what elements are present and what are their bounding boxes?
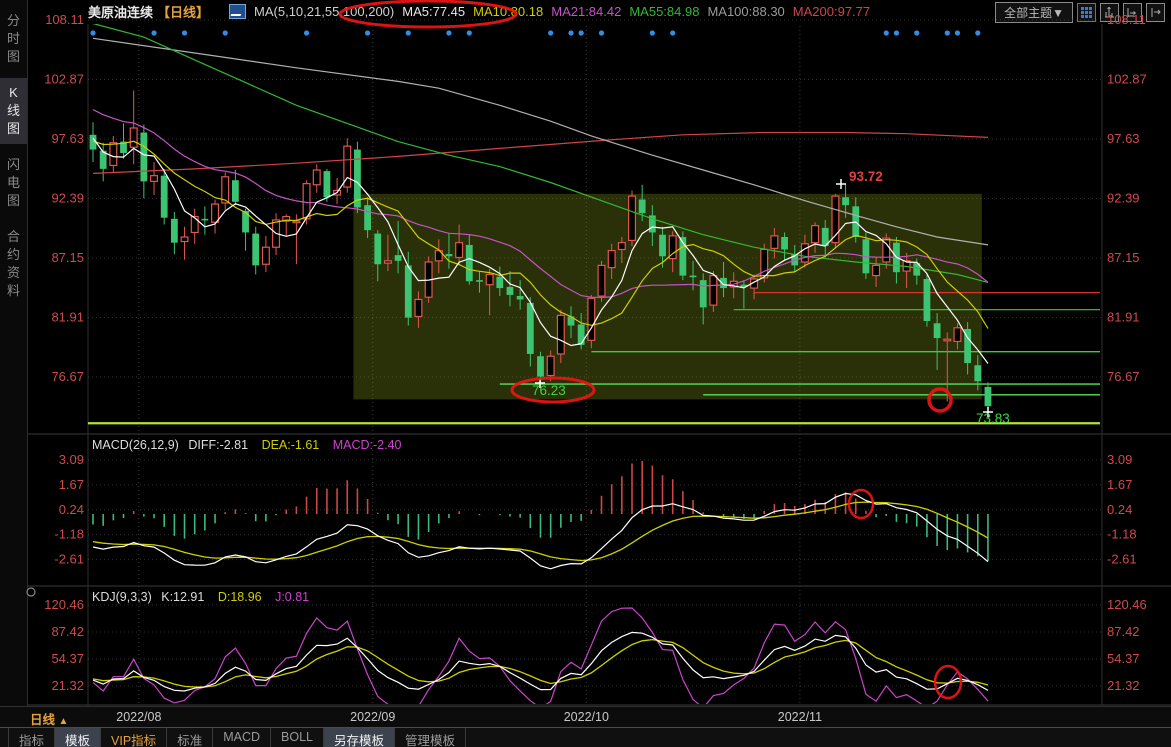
svg-text:1.67: 1.67 [59,477,84,492]
timeline-month-label: 2022/09 [350,710,395,724]
macd-macd-value: MACD:-2.40 [333,438,402,452]
tab-standard[interactable]: 标准 [167,728,213,747]
sidebar-item-label: K线图 [6,84,21,138]
svg-text:102.87: 102.87 [1107,72,1147,87]
period-label: 【日线】 [157,2,209,21]
kdj-d-value: D:18.96 [218,590,262,604]
tab-macd[interactable]: MACD [213,728,271,747]
kline-app-window: 分时图 K线图 闪电图 合约资料 美原油连续 【日线】 MA(5,10,21,5… [0,0,1171,747]
timeline-month-label: 2022/11 [778,710,822,724]
svg-text:120.46: 120.46 [44,597,84,612]
ma-group-label: MA(5,10,21,55,100,200) [254,4,394,19]
svg-text:76.67: 76.67 [51,369,84,384]
svg-text:87.15: 87.15 [1107,250,1140,265]
sidebar-item-flash-chart[interactable]: 闪电图 [0,150,27,216]
macd-diff-value: DIFF:-2.81 [188,438,248,452]
sidebar-item-contract-info[interactable]: 合约资料 [0,222,27,306]
timeline-bar: 日线 ▲ 2022/08 2022/09 2022/10 2022/11 [0,706,1171,728]
kdj-pane-icon [27,588,35,596]
sidebar-item-label: 合约资料 [6,228,21,300]
svg-text:120.46: 120.46 [1107,597,1147,612]
sidebar-item-time-chart[interactable]: 分时图 [0,6,27,72]
svg-text:3.09: 3.09 [1107,452,1132,467]
sidebar-item-kline-chart[interactable]: K线图 [0,78,27,144]
svg-text:-2.61: -2.61 [1107,552,1137,567]
ma55-value: MA55:84.98 [629,4,699,19]
svg-text:87.42: 87.42 [51,624,84,639]
svg-text:102.87: 102.87 [44,72,84,87]
macd-pane-header: MACD(26,12,9) DIFF:-2.81 DEA:-1.61 MACD:… [92,438,402,452]
svg-text:97.63: 97.63 [51,131,84,146]
kdj-pane-header: KDJ(9,3,3) K:12.91 D:18.96 J:0.81 [92,590,309,604]
svg-text:-1.18: -1.18 [1107,527,1137,542]
period-selector-label: 日线 [30,713,55,727]
svg-text:54.37: 54.37 [51,651,84,666]
svg-text:81.91: 81.91 [1107,310,1140,325]
tab-vip-indicators[interactable]: VIP指标 [101,728,167,747]
pane-right-icon[interactable] [1123,3,1142,22]
ma200-value: MA200:97.77 [793,4,870,19]
tab-manage-templates[interactable]: 管理模板 [395,728,466,747]
tab-indicators[interactable]: 指标 [8,728,55,747]
svg-text:-1.18: -1.18 [54,527,84,542]
svg-text:76.67: 76.67 [1107,369,1140,384]
sidebar-item-label: 闪电图 [6,156,21,210]
ma10-value: MA10:80.18 [473,4,543,19]
multi-chart-grid-icon[interactable] [1077,3,1096,22]
chart-type-sidebar: 分时图 K线图 闪电图 合约资料 [0,0,28,706]
sidebar-item-label: 分时图 [6,12,21,66]
svg-text:3.09: 3.09 [59,452,84,467]
indicator-toolbar: 指标 模板 VIP指标 标准 MACD BOLL 另存模板 管理模板 [0,727,1171,747]
ma100-value: MA100:88.30 [707,4,784,19]
timeline-month-label: 2022/08 [116,710,161,724]
svg-text:0.24: 0.24 [1107,502,1132,517]
svg-text:97.63: 97.63 [1107,131,1140,146]
svg-text:92.39: 92.39 [1107,191,1140,206]
kdj-k-value: K:12.91 [161,590,204,604]
ma5-value: MA5:77.45 [402,4,465,19]
macd-dea-value: DEA:-1.61 [262,438,320,452]
svg-text:87.15: 87.15 [51,250,84,265]
chevron-up-icon: ▲ [59,716,69,727]
tab-templates[interactable]: 模板 [55,728,101,747]
ma21-value: MA21:84.42 [551,4,621,19]
indicator-icon[interactable] [229,4,246,19]
kline-chart-canvas: 108.11108.11102.87102.8797.6397.6392.399… [0,0,1171,747]
svg-text:0.24: 0.24 [59,502,84,517]
instrument-title: 美原油连续 [88,2,153,21]
timeline-month-label: 2022/10 [564,710,609,724]
svg-text:93.72: 93.72 [849,169,883,184]
tab-boll[interactable]: BOLL [271,728,324,747]
macd-title: MACD(26,12,9) [92,438,179,452]
svg-text:87.42: 87.42 [1107,624,1140,639]
svg-text:76.23: 76.23 [532,383,566,398]
expand-pane-icon[interactable] [1146,3,1165,22]
svg-text:54.37: 54.37 [1107,651,1140,666]
theme-dropdown-button[interactable]: 全部主题▼ [995,2,1073,23]
svg-text:21.32: 21.32 [1107,678,1140,693]
svg-text:73.83: 73.83 [976,411,1010,426]
svg-text:21.32: 21.32 [51,678,84,693]
period-selector[interactable]: 日线 ▲ [30,709,68,728]
svg-text:-2.61: -2.61 [54,552,84,567]
kdj-j-value: J:0.81 [275,590,309,604]
kdj-title: KDJ(9,3,3) [92,590,152,604]
svg-text:92.39: 92.39 [51,191,84,206]
svg-text:81.91: 81.91 [51,310,84,325]
add-pane-icon[interactable] [1100,3,1119,22]
svg-text:1.67: 1.67 [1107,477,1132,492]
tab-save-template[interactable]: 另存模板 [324,728,395,747]
